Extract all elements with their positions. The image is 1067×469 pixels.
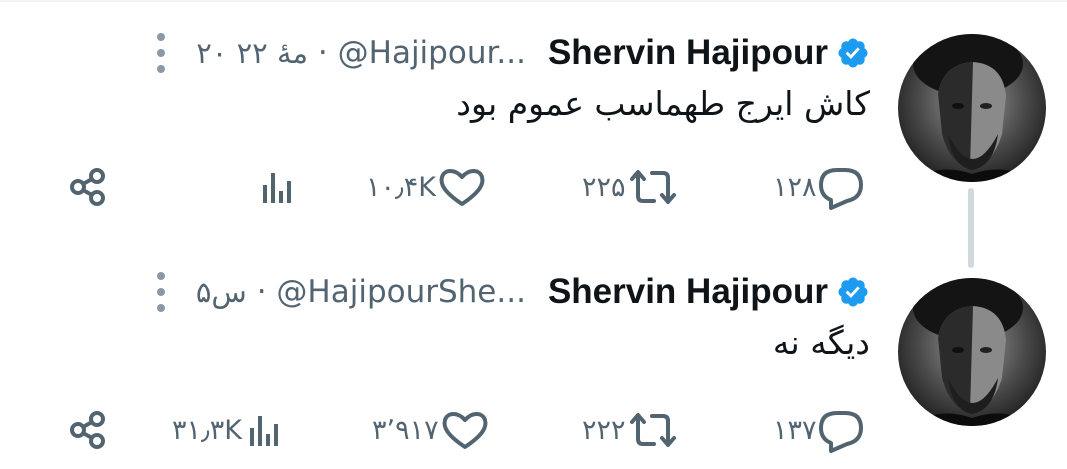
tweet-header: ۵س · @HajipourShe... Shervin Hajipour — [152, 269, 870, 315]
action-bar: ۱۰٫۴K ۲۲۵ ۱۲۸ — [0, 162, 1067, 212]
tweet-text: کاش ایرج طهماسب عموم بود — [456, 84, 870, 123]
tweet-handle[interactable]: @HajipourShe... — [276, 274, 526, 310]
tweet-meta: ۲۰ مۀ ۲۲ · @Hajipour... — [196, 35, 526, 71]
tweet-1[interactable]: ۲۰ مۀ ۲۲ · @Hajipour... Shervin Hajipour… — [0, 0, 1067, 245]
views-button[interactable] — [255, 162, 299, 212]
reply-count: ۱۳۷ — [773, 414, 817, 446]
like-count: ۳٬۹۱۷ — [372, 414, 439, 446]
avatar[interactable] — [898, 278, 1046, 426]
tweet-text: دیگه نه — [772, 323, 870, 362]
heart-icon — [439, 408, 491, 452]
verified-badge-icon — [836, 36, 870, 70]
share-icon — [66, 165, 110, 209]
meta-separator: · — [317, 35, 328, 71]
reply-button[interactable]: ۱۳۷ — [773, 405, 865, 455]
reply-icon — [817, 407, 865, 453]
more-vertical-icon[interactable] — [152, 272, 170, 312]
retweet-icon — [626, 408, 680, 452]
avatar-photo — [898, 34, 1046, 182]
heart-icon — [436, 165, 488, 209]
verified-badge-icon — [836, 275, 870, 309]
avatar-photo — [898, 278, 1046, 426]
retweet-count: ۲۲۵ — [582, 171, 626, 203]
meta-separator: · — [256, 274, 267, 310]
like-button[interactable]: ۱۰٫۴K — [366, 162, 488, 212]
tweet-time[interactable]: ۵س — [196, 275, 247, 309]
retweet-icon — [626, 165, 680, 209]
share-icon — [66, 408, 110, 452]
tweet-time[interactable]: ۲۰ مۀ ۲۲ — [196, 36, 308, 70]
reply-count: ۱۲۸ — [773, 171, 817, 203]
avatar[interactable] — [898, 34, 1046, 182]
action-bar: ۳۱٫۳K ۳٬۹۱۷ ۲۲۲ ۱۳۷ — [0, 405, 1067, 455]
more-vertical-icon[interactable] — [152, 33, 170, 73]
retweet-count: ۲۲۲ — [582, 414, 626, 446]
share-button[interactable] — [66, 162, 110, 212]
reply-button[interactable]: ۱۲۸ — [773, 162, 865, 212]
tweet-meta: ۵س · @HajipourShe... — [196, 274, 526, 310]
views-chart-icon — [242, 408, 286, 452]
tweet-handle[interactable]: @Hajipour... — [338, 35, 526, 71]
reply-icon — [817, 164, 865, 210]
display-name[interactable]: Shervin Hajipour — [548, 33, 828, 73]
views-button[interactable]: ۳۱٫۳K — [172, 405, 286, 455]
retweet-button[interactable]: ۲۲۲ — [582, 405, 680, 455]
tweet-header: ۲۰ مۀ ۲۲ · @Hajipour... Shervin Hajipour — [152, 30, 870, 76]
retweet-button[interactable]: ۲۲۵ — [582, 162, 680, 212]
tweet-2[interactable]: ۵س · @HajipourShe... Shervin Hajipour دی… — [0, 245, 1067, 469]
like-count: ۱۰٫۴K — [366, 171, 436, 203]
display-name[interactable]: Shervin Hajipour — [548, 272, 828, 312]
share-button[interactable] — [66, 405, 110, 455]
views-chart-icon — [255, 165, 299, 209]
like-button[interactable]: ۳٬۹۱۷ — [372, 405, 491, 455]
views-count: ۳۱٫۳K — [172, 414, 242, 446]
